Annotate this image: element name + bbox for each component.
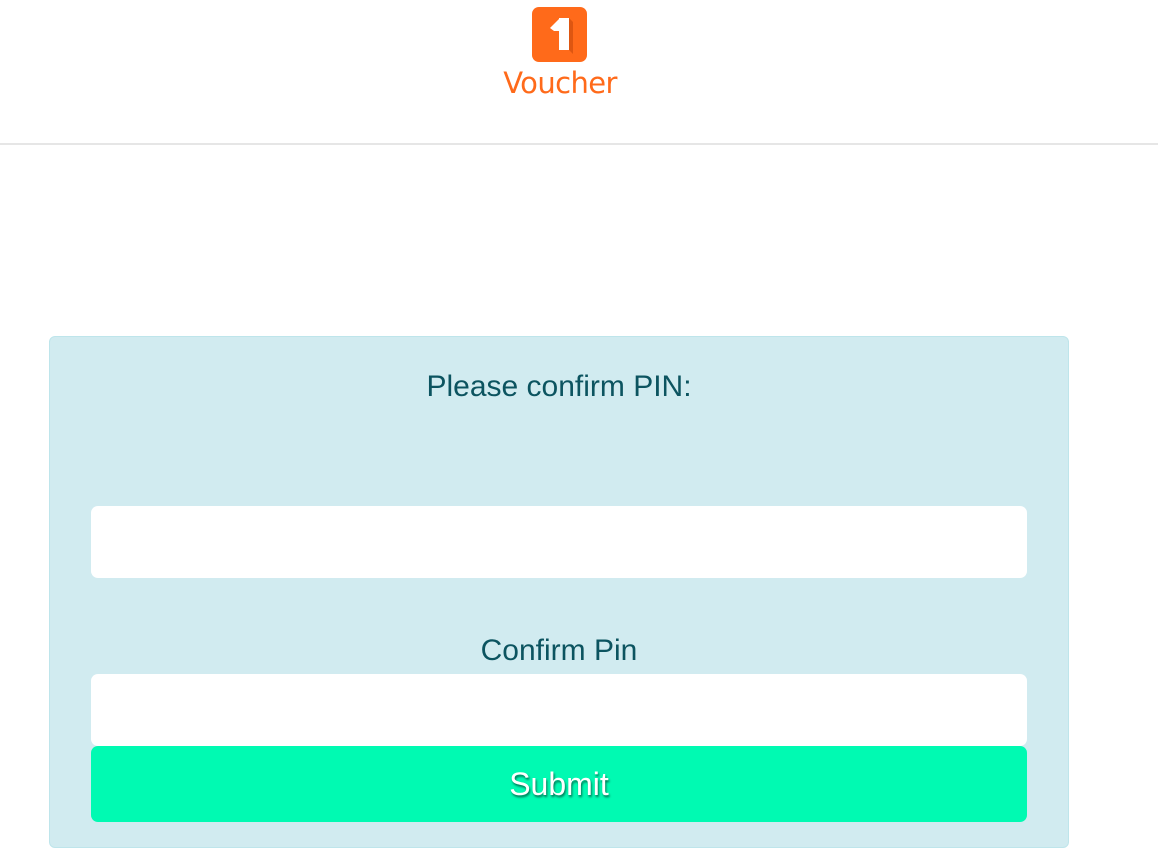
brand-name: Voucher bbox=[503, 66, 617, 100]
header: Voucher bbox=[0, 0, 1158, 145]
confirm-pin-input[interactable] bbox=[91, 674, 1027, 746]
pin-input[interactable] bbox=[91, 506, 1027, 578]
voucher-logo[interactable]: Voucher bbox=[499, 7, 623, 103]
confirm-pin-panel: Please confirm PIN: Confirm Pin Submit bbox=[49, 336, 1069, 848]
confirm-pin-label: Confirm Pin bbox=[480, 634, 638, 667]
voucher-logo-icon bbox=[532, 7, 587, 62]
submit-button[interactable]: Submit bbox=[91, 746, 1027, 822]
panel-title: Please confirm PIN: bbox=[426, 370, 692, 403]
